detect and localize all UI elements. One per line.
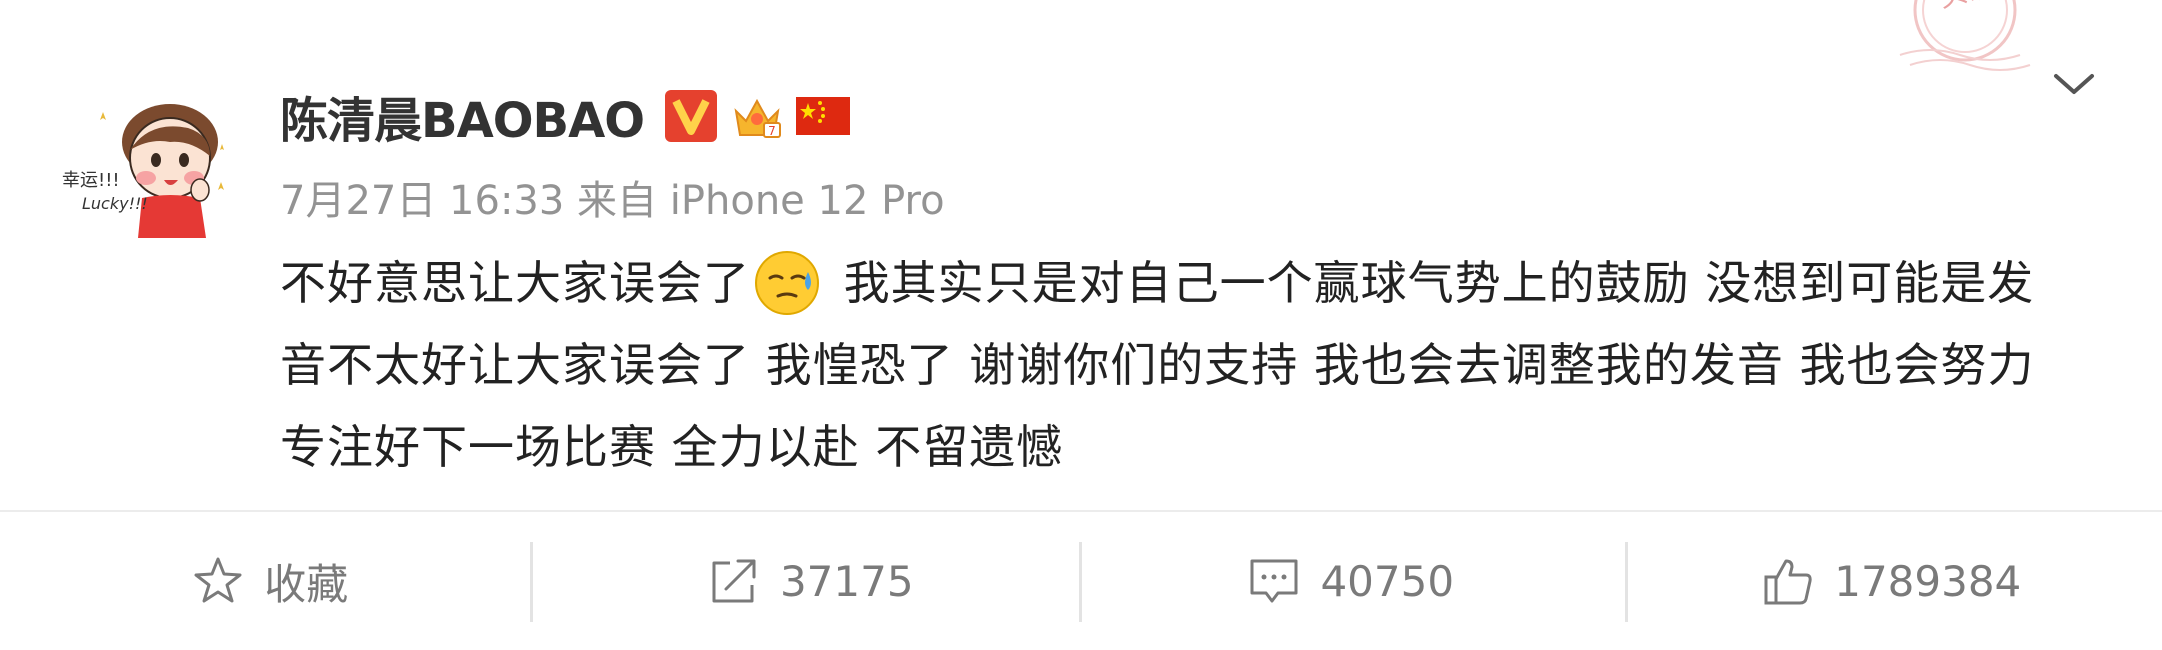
post-meta: 7月27日 16:33 来自 iPhone 12 Pro [280,178,945,224]
post-body: 不好意思让大家误会了 我其实只是对自己一个赢球气势上的鼓励 没想到可能是发音不太… [280,242,2080,488]
action-bar: 收藏 37175 40750 1789384 [0,512,2162,650]
share-button[interactable]: 37175 [541,512,1082,650]
comment-button[interactable]: 40750 [1081,512,1622,650]
like-button[interactable]: 1789384 [1622,512,2162,650]
comment-count: 40750 [1320,556,1455,606]
star-icon [192,555,244,607]
comment-icon [1248,555,1300,607]
post-text-start: 不好意思让大家误会了 [280,256,750,310]
avatar-text-lucky-cn: 幸运!!! [62,170,120,191]
chevron-down-icon[interactable] [2050,60,2098,108]
favorite-button[interactable]: 收藏 [0,512,541,650]
sweat-face-emoji [752,248,822,318]
share-count: 37175 [779,556,914,606]
author-name[interactable]: 陈清晨BAOBAO [280,81,645,151]
avatar[interactable]: 幸运!!! Lucky!!! [60,80,240,260]
thumbs-up-icon [1762,555,1814,607]
china-flag-icon [796,89,851,143]
post-header: 陈清晨BAOBAO 7 [280,81,851,151]
separator [530,542,533,622]
crown-icon[interactable]: 7 [730,89,784,143]
like-count: 1789384 [1834,556,2022,606]
avatar-text-lucky-en: Lucky!!! [82,194,148,213]
share-icon [708,555,760,607]
headline-stamp: 头条 [1890,0,2040,80]
favorite-label: 收藏 [264,559,349,609]
weibo-post: 头条 [0,0,2162,650]
svg-text:7: 7 [768,124,776,138]
verified-badge[interactable] [664,89,718,143]
